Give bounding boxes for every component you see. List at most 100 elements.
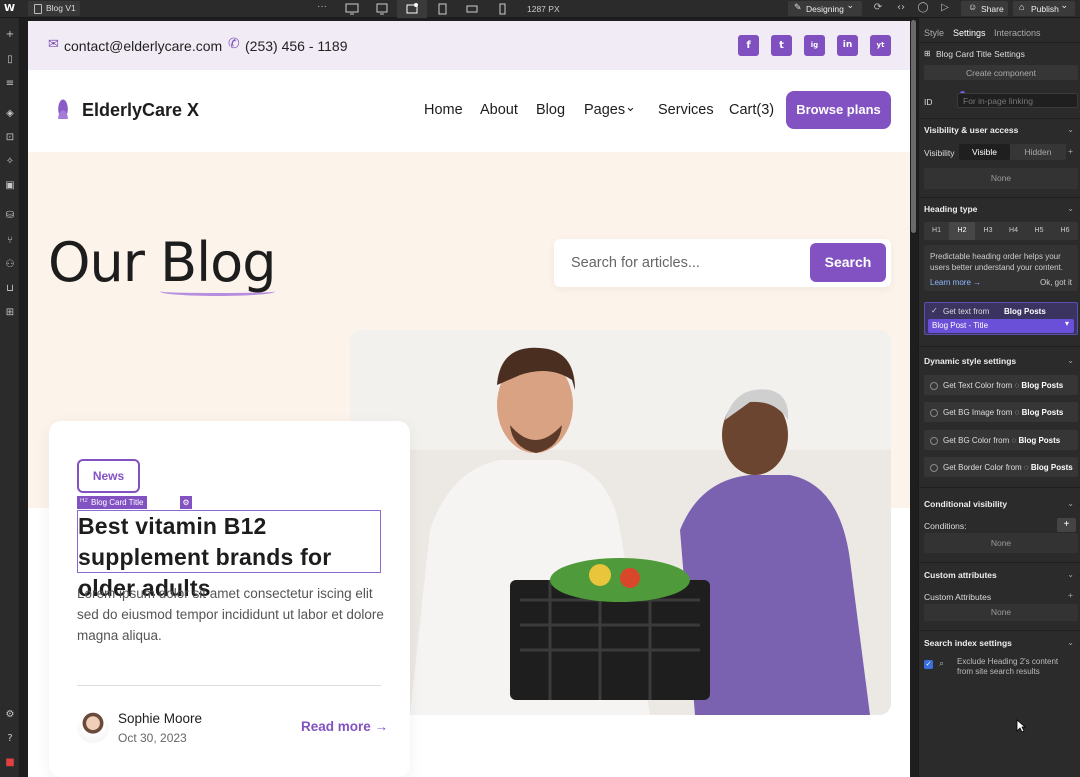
heading-h3-button[interactable]: H3 (975, 222, 1001, 240)
learn-more-link[interactable]: Learn more → (930, 278, 981, 287)
hidden-option[interactable]: Hidden (1010, 144, 1066, 160)
blog-featured-image[interactable] (350, 330, 891, 715)
blog-card-title[interactable]: Best vitamin B12 supplement brands for o… (77, 510, 381, 601)
ok-got-it-button[interactable]: Ok, got it (1040, 278, 1072, 287)
share-button[interactable]: Share (961, 1, 1008, 16)
nav-pages[interactable]: Pages (584, 102, 625, 118)
brand-logo[interactable]: ElderlyCare X (50, 99, 199, 121)
ecommerce-icon[interactable]: ⊔ (3, 282, 17, 296)
chevron-down-icon[interactable]: ⌄ (1067, 499, 1074, 508)
chevron-down-icon[interactable]: ▾ (1065, 319, 1069, 328)
logic-icon[interactable]: ⑂ (3, 234, 17, 248)
tab-style[interactable]: Style (924, 28, 944, 38)
contact-email[interactable]: contact@elderlycare.com (48, 37, 222, 54)
create-component-button[interactable]: Create component (924, 65, 1078, 80)
dynamic-border-color[interactable]: Get Border Color from ◌ Blog Posts (924, 457, 1078, 477)
users-icon[interactable]: ⚇ (3, 258, 17, 272)
heading-h5-button[interactable]: H5 (1026, 222, 1052, 240)
components-icon[interactable]: ◈ (3, 107, 17, 121)
selected-element-label[interactable]: Blog Card Title (77, 496, 148, 509)
navigator-icon[interactable]: ≡ (3, 77, 17, 91)
id-input[interactable]: For in-page linking (957, 93, 1078, 108)
youtube-icon[interactable]: yt (870, 35, 891, 56)
styles-icon[interactable]: ✧ (3, 155, 17, 169)
nav-blog[interactable]: Blog (536, 102, 565, 118)
element-settings-gear-icon[interactable]: ⚙ (180, 496, 192, 509)
read-more-link[interactable]: Read more → (301, 719, 388, 734)
nav-services[interactable]: Services (658, 102, 714, 118)
twitter-icon[interactable]: t (771, 35, 792, 56)
mobile-landscape-breakpoint-icon[interactable] (457, 0, 487, 18)
apps-icon[interactable]: ⊞ (3, 306, 17, 320)
dynamic-style-title[interactable]: Dynamic style settings (924, 356, 1016, 366)
record-icon[interactable]: ■ (3, 756, 17, 770)
instagram-icon[interactable]: ig (804, 35, 825, 56)
design-canvas[interactable]: contact@elderlycare.com (253) 456 - 1189… (28, 21, 910, 777)
comments-icon[interactable]: ◯ (916, 2, 930, 16)
mobile-portrait-breakpoint-icon[interactable] (487, 0, 517, 18)
add-attribute-icon[interactable]: + (1068, 590, 1073, 600)
collection-source[interactable]: Blog Posts (1004, 307, 1046, 316)
facebook-icon[interactable]: f (738, 35, 759, 56)
add-visibility-icon[interactable]: + (1068, 146, 1073, 156)
linkedin-icon[interactable]: in (837, 35, 858, 56)
chevron-down-icon[interactable]: ⌄ (625, 99, 636, 115)
desktop-breakpoint-icon[interactable] (367, 0, 397, 18)
variables-icon[interactable]: ⊡ (3, 131, 17, 145)
cms-icon[interactable]: ⛁ (3, 209, 17, 223)
chevron-down-icon[interactable]: ⌄ (1067, 638, 1074, 647)
conditional-visibility-title[interactable]: Conditional visibility (924, 499, 1007, 509)
heading-h6-button[interactable]: H6 (1052, 222, 1078, 240)
tab-interactions[interactable]: Interactions (994, 28, 1041, 38)
search-button[interactable]: Search (810, 243, 886, 282)
dynamic-text-color[interactable]: Get Text Color from ◌ Blog Posts (924, 375, 1078, 395)
pages-icon[interactable]: ▯ (3, 53, 17, 67)
visible-option[interactable]: Visible (959, 144, 1010, 160)
tablet-breakpoint-icon[interactable] (427, 0, 457, 18)
chevron-down-icon[interactable]: ⌄ (1067, 356, 1074, 365)
chevron-down-icon[interactable]: ⌄ (1067, 204, 1074, 213)
chevron-down-icon[interactable]: ⌄ (1067, 570, 1074, 579)
heading-type-title[interactable]: Heading type (924, 204, 977, 214)
nav-home[interactable]: Home (424, 102, 463, 118)
dynamic-bg-color[interactable]: Get BG Color from ◌ Blog Posts (924, 430, 1078, 450)
search-index-title[interactable]: Search index settings (924, 638, 1012, 648)
help-icon[interactable]: ? (3, 732, 17, 746)
publish-button[interactable]: Publish (1013, 0, 1075, 16)
nav-cart[interactable]: Cart(3) (729, 102, 774, 118)
sync-icon[interactable]: ⟳ (871, 2, 885, 16)
tab-settings[interactable]: Settings (953, 28, 986, 38)
add-condition-button[interactable]: + (1057, 518, 1076, 532)
cms-field-select[interactable]: Blog Post - Title (928, 319, 1074, 333)
heading-h1-button[interactable]: H1 (924, 222, 949, 240)
page-selector[interactable]: Blog V1 (28, 1, 80, 16)
settings-gear-icon[interactable]: ⚙ (3, 708, 17, 722)
browse-plans-button[interactable]: Browse plans (786, 91, 891, 129)
mode-dropdown[interactable]: Designing (788, 0, 862, 16)
category-badge[interactable]: News (77, 459, 140, 493)
conditions-none[interactable]: None (924, 533, 1078, 553)
base-breakpoint-icon[interactable] (397, 0, 427, 18)
blog-card[interactable]: News Blog Card Title ⚙ Best vitamin B12 … (49, 421, 410, 777)
visibility-section-title[interactable]: Visibility & user access (924, 125, 1018, 135)
desktop-large-breakpoint-icon[interactable] (337, 0, 367, 18)
contact-phone[interactable]: (253) 456 - 1189 (228, 36, 347, 54)
dynamic-bg-image[interactable]: Get BG Image from ◌ Blog Posts (924, 402, 1078, 422)
chevron-down-icon[interactable]: ⌄ (1067, 125, 1074, 134)
canvas-scrollbar[interactable] (910, 18, 918, 777)
code-icon[interactable]: ‹› (894, 2, 908, 16)
search-input[interactable]: Search for articles... (571, 255, 700, 271)
nav-about[interactable]: About (480, 102, 518, 118)
visibility-none[interactable]: None (924, 168, 1078, 189)
exclude-checkbox[interactable]: ✓ (924, 660, 933, 669)
custom-attributes-title[interactable]: Custom attributes (924, 570, 997, 580)
more-options-icon[interactable]: ··· (317, 1, 327, 12)
heading-h2-button[interactable]: H2 (949, 222, 975, 240)
attributes-none[interactable]: None (924, 604, 1078, 621)
add-elements-icon[interactable]: + (3, 28, 17, 42)
assets-icon[interactable]: ▣ (3, 179, 17, 193)
webflow-logo[interactable]: W (4, 3, 18, 15)
preview-play-icon[interactable]: ▷ (938, 2, 952, 16)
heading-h4-button[interactable]: H4 (1001, 222, 1026, 240)
scrollbar-thumb[interactable] (911, 20, 916, 233)
